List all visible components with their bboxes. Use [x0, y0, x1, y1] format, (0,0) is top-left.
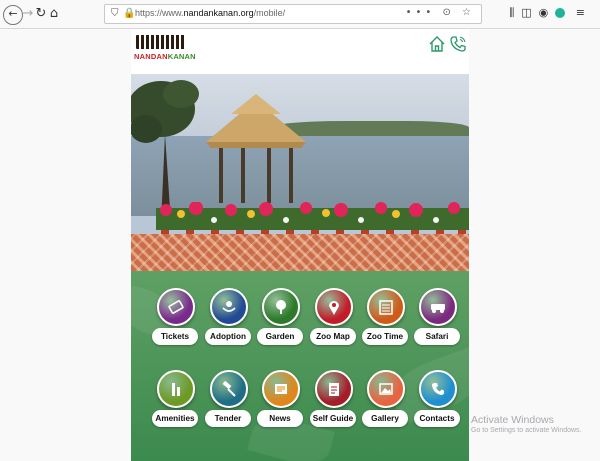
safari-vehicle-icon[interactable]	[419, 288, 457, 326]
phone-icon[interactable]	[419, 370, 457, 408]
guide-book-icon[interactable]	[315, 370, 353, 408]
tile-label[interactable]: Adoption	[205, 328, 251, 345]
calendar-icon[interactable]	[367, 288, 405, 326]
url-text[interactable]: https://www.nandankanan.org/mobile/	[135, 8, 285, 18]
tile-label[interactable]: Safari	[414, 328, 460, 345]
tile-gallery[interactable]: Gallery	[362, 370, 410, 442]
tile-garden[interactable]: Garden	[257, 288, 305, 360]
tile-label[interactable]: Zoo Time	[362, 328, 408, 345]
mobile-page: NANDANKANAN Tickets Adoption Garden Zoo …	[131, 29, 469, 461]
garden-icon[interactable]	[262, 288, 300, 326]
tracking-shield-icon[interactable]: ⛉	[111, 8, 119, 19]
account-icon[interactable]: ◉	[539, 6, 556, 19]
page-actions[interactable]: ••• ⊙ ☆	[406, 7, 475, 18]
phone-call-icon[interactable]	[449, 35, 467, 53]
tile-label[interactable]: Tickets	[152, 328, 198, 345]
gazebo-image	[206, 94, 306, 203]
tile-adoption[interactable]: Adoption	[205, 288, 253, 360]
ticket-icon[interactable]	[157, 288, 195, 326]
tile-zoo-map[interactable]: Zoo Map	[310, 288, 358, 360]
home-button[interactable]: ⌂	[46, 6, 62, 22]
logo-text: NANDANKANAN	[134, 52, 196, 61]
map-pin-icon[interactable]	[315, 288, 353, 326]
tile-news[interactable]: News	[257, 370, 305, 442]
tile-amenities[interactable]: Amenities	[152, 370, 200, 442]
browser-toolbar: ← → ↻ ⌂ ⛉ 🔒 https://www.nandankanan.org/…	[0, 0, 600, 29]
home-icon[interactable]	[428, 35, 446, 53]
paved-walkway	[131, 234, 469, 271]
extension-icon[interactable]	[555, 8, 566, 18]
tile-label[interactable]: Garden	[257, 328, 303, 345]
tiger-stripes-logo-icon	[136, 35, 186, 49]
nandankanan-logo[interactable]: NANDANKANAN	[134, 35, 196, 65]
tile-label[interactable]: Gallery	[362, 410, 408, 427]
tile-self-guide[interactable]: Self Guide	[310, 370, 358, 442]
tile-label[interactable]: News	[257, 410, 303, 427]
gallery-icon[interactable]	[367, 370, 405, 408]
tile-label[interactable]: Contacts	[414, 410, 460, 427]
tile-label[interactable]: Self Guide	[310, 410, 356, 427]
tile-label[interactable]: Zoo Map	[310, 328, 356, 345]
library-icon[interactable]: ⫼	[509, 6, 521, 19]
toolbar-right-icons: ⫼◫◉ ≡	[509, 6, 592, 20]
tile-safari[interactable]: Safari	[414, 288, 462, 360]
tile-contacts[interactable]: Contacts	[414, 370, 462, 442]
tile-tender[interactable]: Tender	[205, 370, 253, 442]
menu-grid: Tickets Adoption Garden Zoo Map Zoo Time	[131, 271, 469, 461]
tile-zoo-time[interactable]: Zoo Time	[362, 288, 410, 360]
tile-label[interactable]: Amenities	[152, 410, 198, 427]
activate-windows-watermark: Activate Windows Go to Settings to activ…	[471, 414, 582, 434]
tile-tickets[interactable]: Tickets	[152, 288, 200, 360]
gavel-icon[interactable]	[210, 370, 248, 408]
url-bar[interactable]: ⛉ 🔒 https://www.nandankanan.org/mobile/ …	[104, 4, 482, 24]
tile-label[interactable]: Tender	[205, 410, 251, 427]
adoption-icon[interactable]	[210, 288, 248, 326]
lock-icon[interactable]: 🔒	[123, 8, 135, 19]
hero-banner-image	[131, 74, 469, 271]
newspaper-icon[interactable]	[262, 370, 300, 408]
sidebar-icon[interactable]: ◫	[521, 6, 538, 19]
amenities-icon[interactable]	[157, 370, 195, 408]
menu-icon[interactable]: ≡	[576, 6, 592, 19]
